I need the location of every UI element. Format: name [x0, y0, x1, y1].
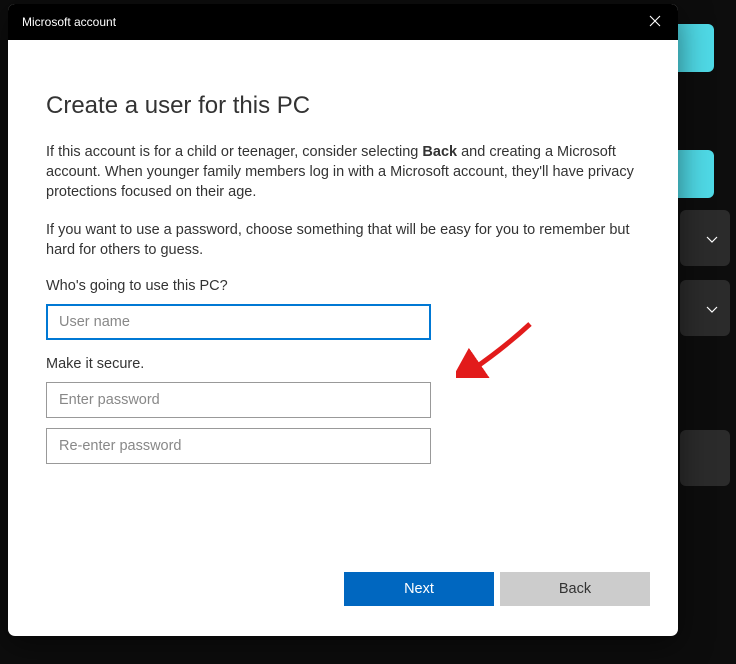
para1-pre: If this account is for a child or teenag… — [46, 144, 422, 160]
chevron-down-icon — [706, 232, 718, 244]
password-input[interactable] — [46, 382, 431, 418]
next-button[interactable]: Next — [344, 572, 494, 606]
bg-expand-panel[interactable] — [680, 210, 730, 266]
intro-paragraph-2: If you want to use a password, choose so… — [46, 220, 634, 260]
back-button[interactable]: Back — [500, 572, 650, 606]
username-input[interactable] — [46, 304, 431, 340]
chevron-down-icon — [706, 302, 718, 314]
dialog-content: Create a user for this PC If this accoun… — [8, 40, 678, 556]
intro-paragraph-1: If this account is for a child or teenag… — [46, 142, 634, 202]
reenter-password-input[interactable] — [46, 428, 431, 464]
para1-bold: Back — [422, 144, 457, 160]
close-button[interactable] — [632, 4, 678, 40]
close-icon — [649, 15, 661, 30]
page-heading: Create a user for this PC — [46, 92, 634, 120]
annotation-arrow-icon — [456, 318, 536, 383]
account-dialog: Microsoft account Create a user for this… — [8, 4, 678, 636]
bg-expand-panel[interactable] — [680, 430, 730, 486]
dialog-footer: Next Back — [8, 556, 678, 636]
password-section-label: Make it secure. — [46, 356, 634, 372]
titlebar: Microsoft account — [8, 4, 678, 40]
window-title: Microsoft account — [22, 15, 632, 29]
bg-expand-panel[interactable] — [680, 280, 730, 336]
username-section-label: Who's going to use this PC? — [46, 278, 634, 294]
